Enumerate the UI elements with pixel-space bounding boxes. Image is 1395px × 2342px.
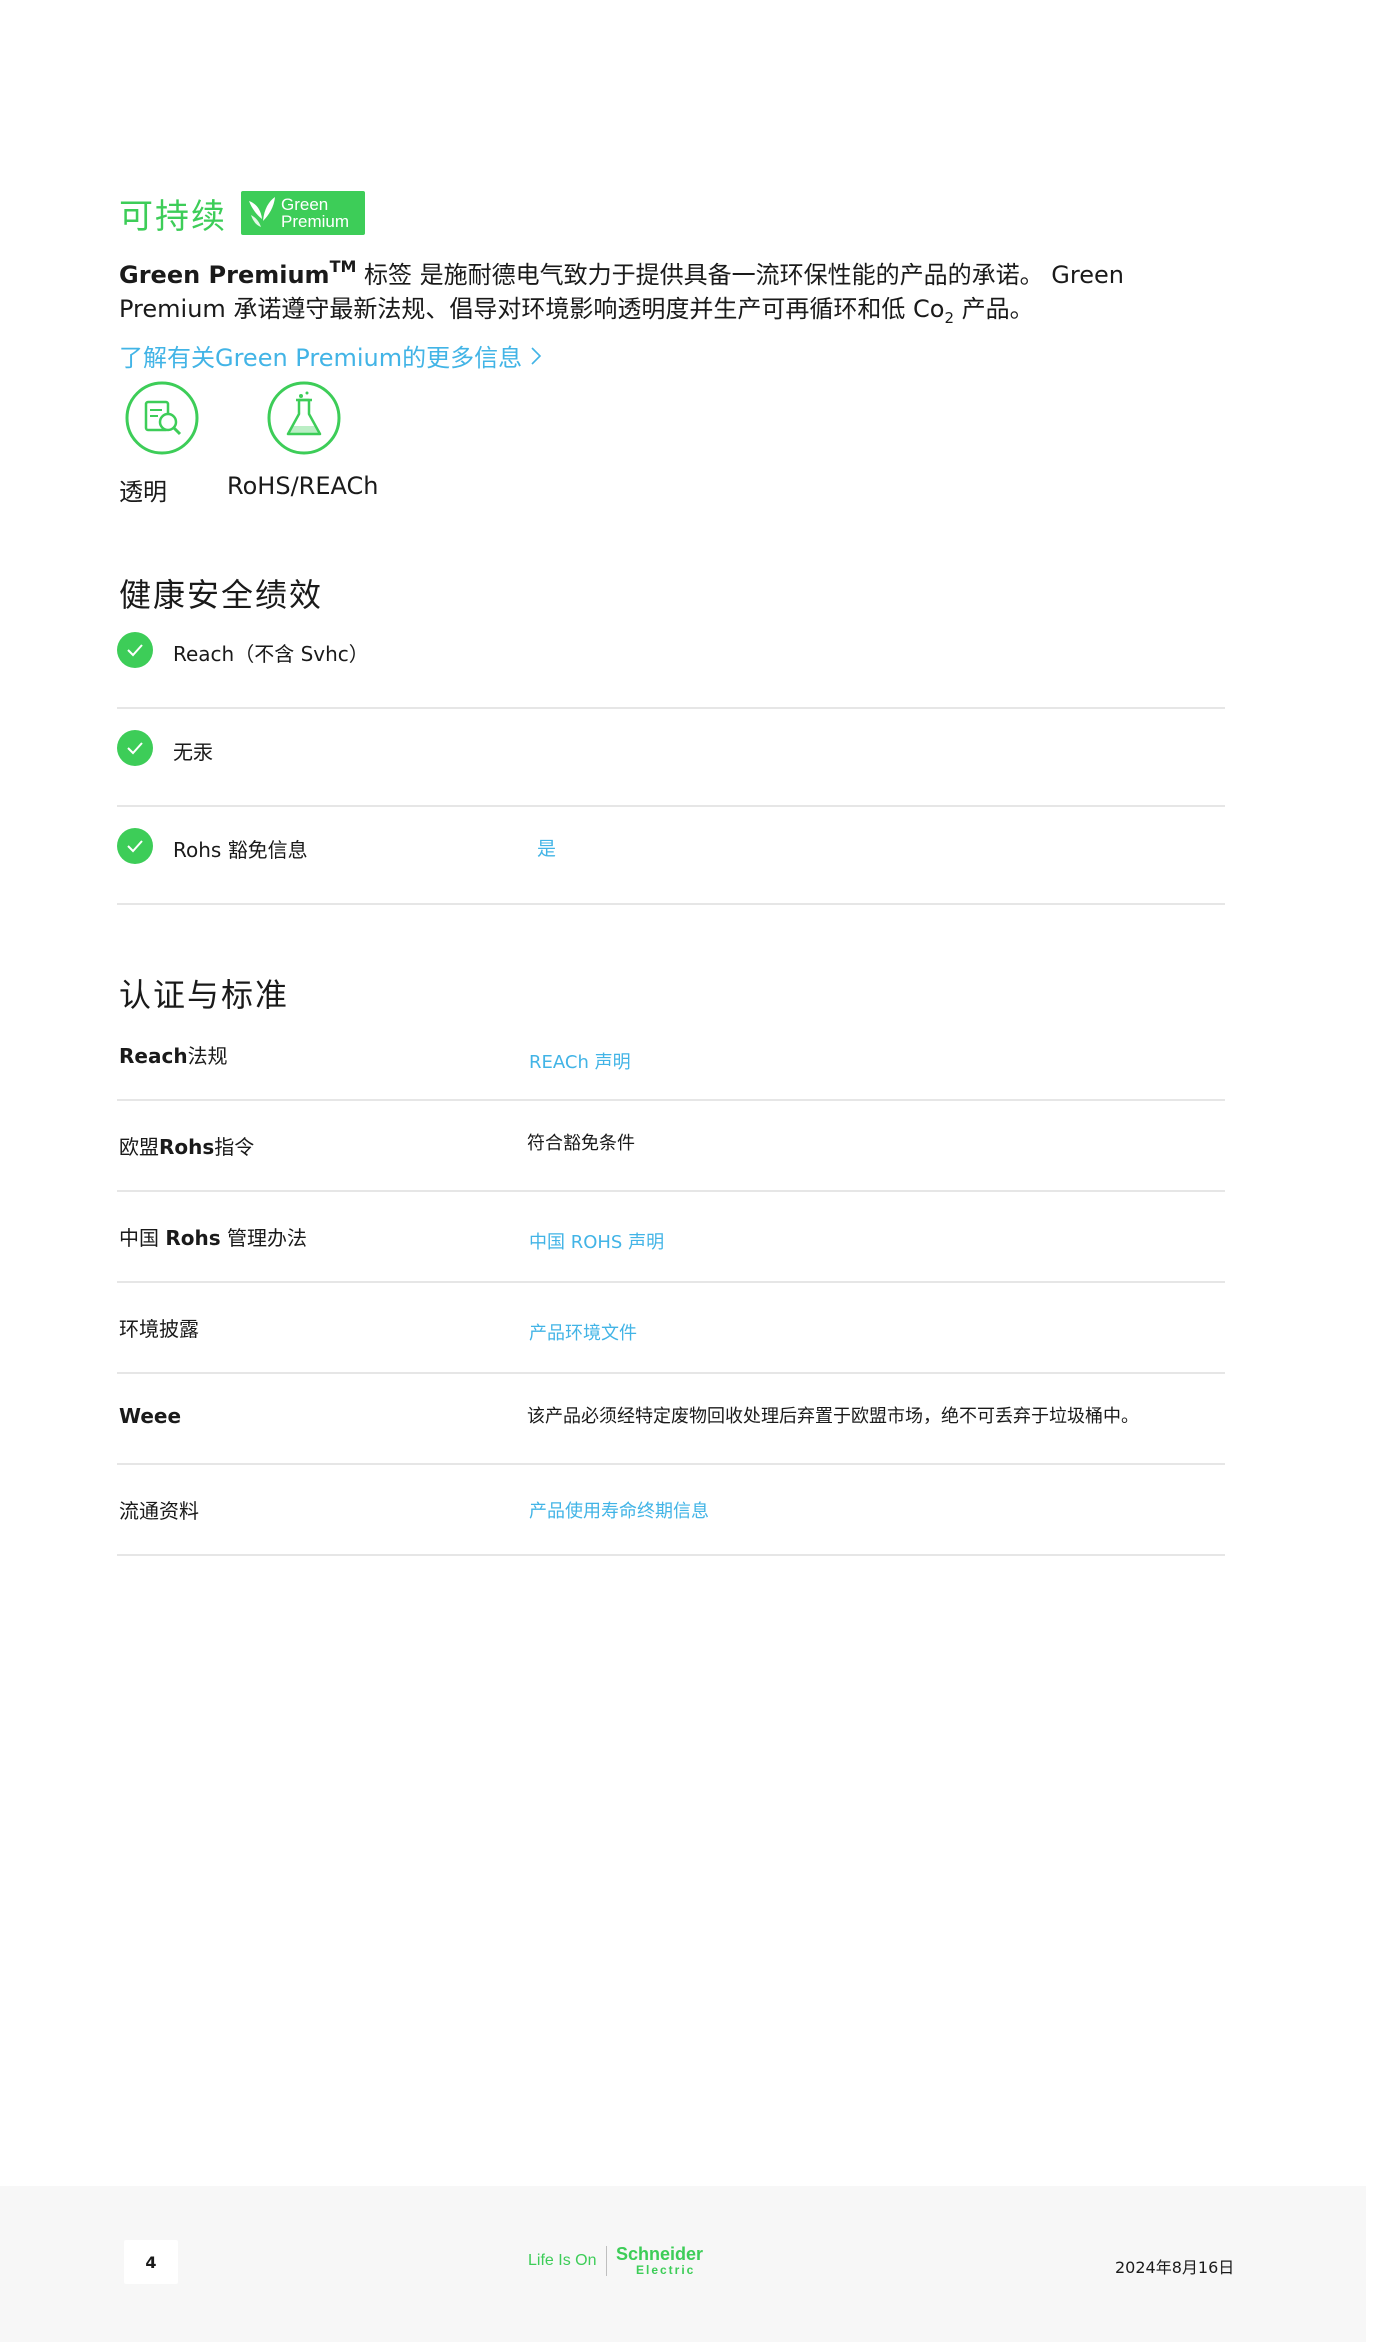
health-row: 无汞 xyxy=(117,708,1225,807)
health-row: Rohs 豁免信息 是 xyxy=(117,806,1225,905)
cert-label-bold: Rohs xyxy=(165,1226,221,1250)
cert-label: Weee xyxy=(119,1404,181,1428)
cert-label-text: 法规 xyxy=(187,1044,228,1068)
health-value-link[interactable]: 是 xyxy=(537,834,556,861)
chevron-right-icon xyxy=(531,346,542,365)
cert-label-text: 指令 xyxy=(214,1135,255,1159)
logo-brand: Schneider xyxy=(616,2244,704,2264)
green-premium-badge: Green Premium xyxy=(241,191,365,235)
cert-row: 欧盟Rohs指令 符合豁免条件 xyxy=(117,1101,1225,1192)
cert-row: Reach法规 REACh 声明 xyxy=(117,1010,1225,1101)
green-premium-more-link[interactable]: 了解有关Green Premium的更多信息 xyxy=(119,338,542,373)
transparency-search-icon xyxy=(124,380,200,456)
cert-label: 环境披露 xyxy=(119,1317,199,1341)
footer-divider xyxy=(606,2246,607,2276)
cert-label: 中国 Rohs 管理办法 xyxy=(119,1222,307,1251)
leaf-icon xyxy=(249,197,275,227)
green-premium-icons xyxy=(124,380,342,456)
cert-label-pre: 中国 xyxy=(119,1226,166,1250)
datasheet-page: 可持续 Green Premium Green PremiumTM 标签 是施耐… xyxy=(0,0,1395,2342)
cert-row: 流通资料 产品使用寿命终期信息 xyxy=(117,1465,1225,1556)
cert-row: Weee 该产品必须经特定废物回收处理后弃置于欧盟市场，绝不可丢弃于垃圾桶中。 xyxy=(117,1374,1225,1465)
cert-value: 该产品必须经特定废物回收处理后弃置于欧盟市场，绝不可丢弃于垃圾桶中。 xyxy=(527,1406,1139,1427)
health-row: Reach（不含 Svhc） xyxy=(117,610,1225,709)
check-circle-icon xyxy=(117,828,153,864)
health-label: Rohs 豁免信息 xyxy=(173,838,308,862)
sustainability-header: 可持续 Green Premium xyxy=(119,188,365,238)
check-circle-icon xyxy=(117,730,153,766)
health-label: Reach（不含 Svhc） xyxy=(173,642,369,666)
check-circle-icon xyxy=(117,632,153,668)
schneider-electric-logo: Schneider Electric xyxy=(616,2244,716,2280)
china-rohs-declaration-link[interactable]: 中国 ROHS 声明 xyxy=(529,1228,664,1254)
more-link-text[interactable]: 了解有关Green Premium的更多信息 xyxy=(119,338,522,373)
badge-line2: Premium xyxy=(281,212,350,231)
sustainability-title: 可持续 xyxy=(119,196,227,237)
gp-brand: Green Premium xyxy=(119,261,330,289)
cert-label-bold: Weee xyxy=(119,1404,182,1428)
cert-label: Reach法规 xyxy=(119,1040,228,1069)
page-footer: 4 Life Is On Schneider Electric 2024年8月1… xyxy=(0,2186,1366,2342)
cert-label-bold: Rohs xyxy=(159,1135,215,1159)
print-date: 2024年8月16日 xyxy=(1115,2258,1235,2277)
gp-desc-part2: 产品。 xyxy=(954,295,1034,323)
cert-label-bold: Reach xyxy=(119,1044,188,1068)
rohs-reach-label: RoHS/REACh xyxy=(227,472,379,500)
transparency-label: 透明 xyxy=(119,478,167,506)
reach-declaration-link[interactable]: REACh 声明 xyxy=(529,1048,631,1074)
cert-label-pre: 欧盟 xyxy=(119,1135,159,1159)
flask-icon xyxy=(266,380,342,456)
gp-tm: TM xyxy=(329,257,357,276)
cert-label-text: 管理办法 xyxy=(220,1226,308,1250)
cert-row: 中国 Rohs 管理办法 中国 ROHS 声明 xyxy=(117,1192,1225,1283)
cert-row: 环境披露 产品环境文件 xyxy=(117,1283,1225,1374)
cert-label: 流通资料 xyxy=(119,1499,199,1523)
logo-sub: Electric xyxy=(636,2263,696,2277)
green-premium-badge-text: Green Premium xyxy=(281,196,349,230)
life-is-on-tagline: Life Is On xyxy=(528,2252,597,2269)
health-label: 无汞 xyxy=(173,740,213,764)
cert-label: 欧盟Rohs指令 xyxy=(119,1131,254,1160)
environment-document-link[interactable]: 产品环境文件 xyxy=(529,1319,637,1345)
cert-value: 符合豁免条件 xyxy=(527,1133,635,1154)
page-number: 4 xyxy=(124,2240,178,2284)
green-premium-description: Green PremiumTM 标签 是施耐德电气致力于提供具备一流环保性能的产… xyxy=(119,252,1159,335)
co2-subscript: 2 xyxy=(944,308,955,327)
end-of-life-info-link[interactable]: 产品使用寿命终期信息 xyxy=(529,1497,709,1523)
badge-line1: Green xyxy=(281,195,329,214)
